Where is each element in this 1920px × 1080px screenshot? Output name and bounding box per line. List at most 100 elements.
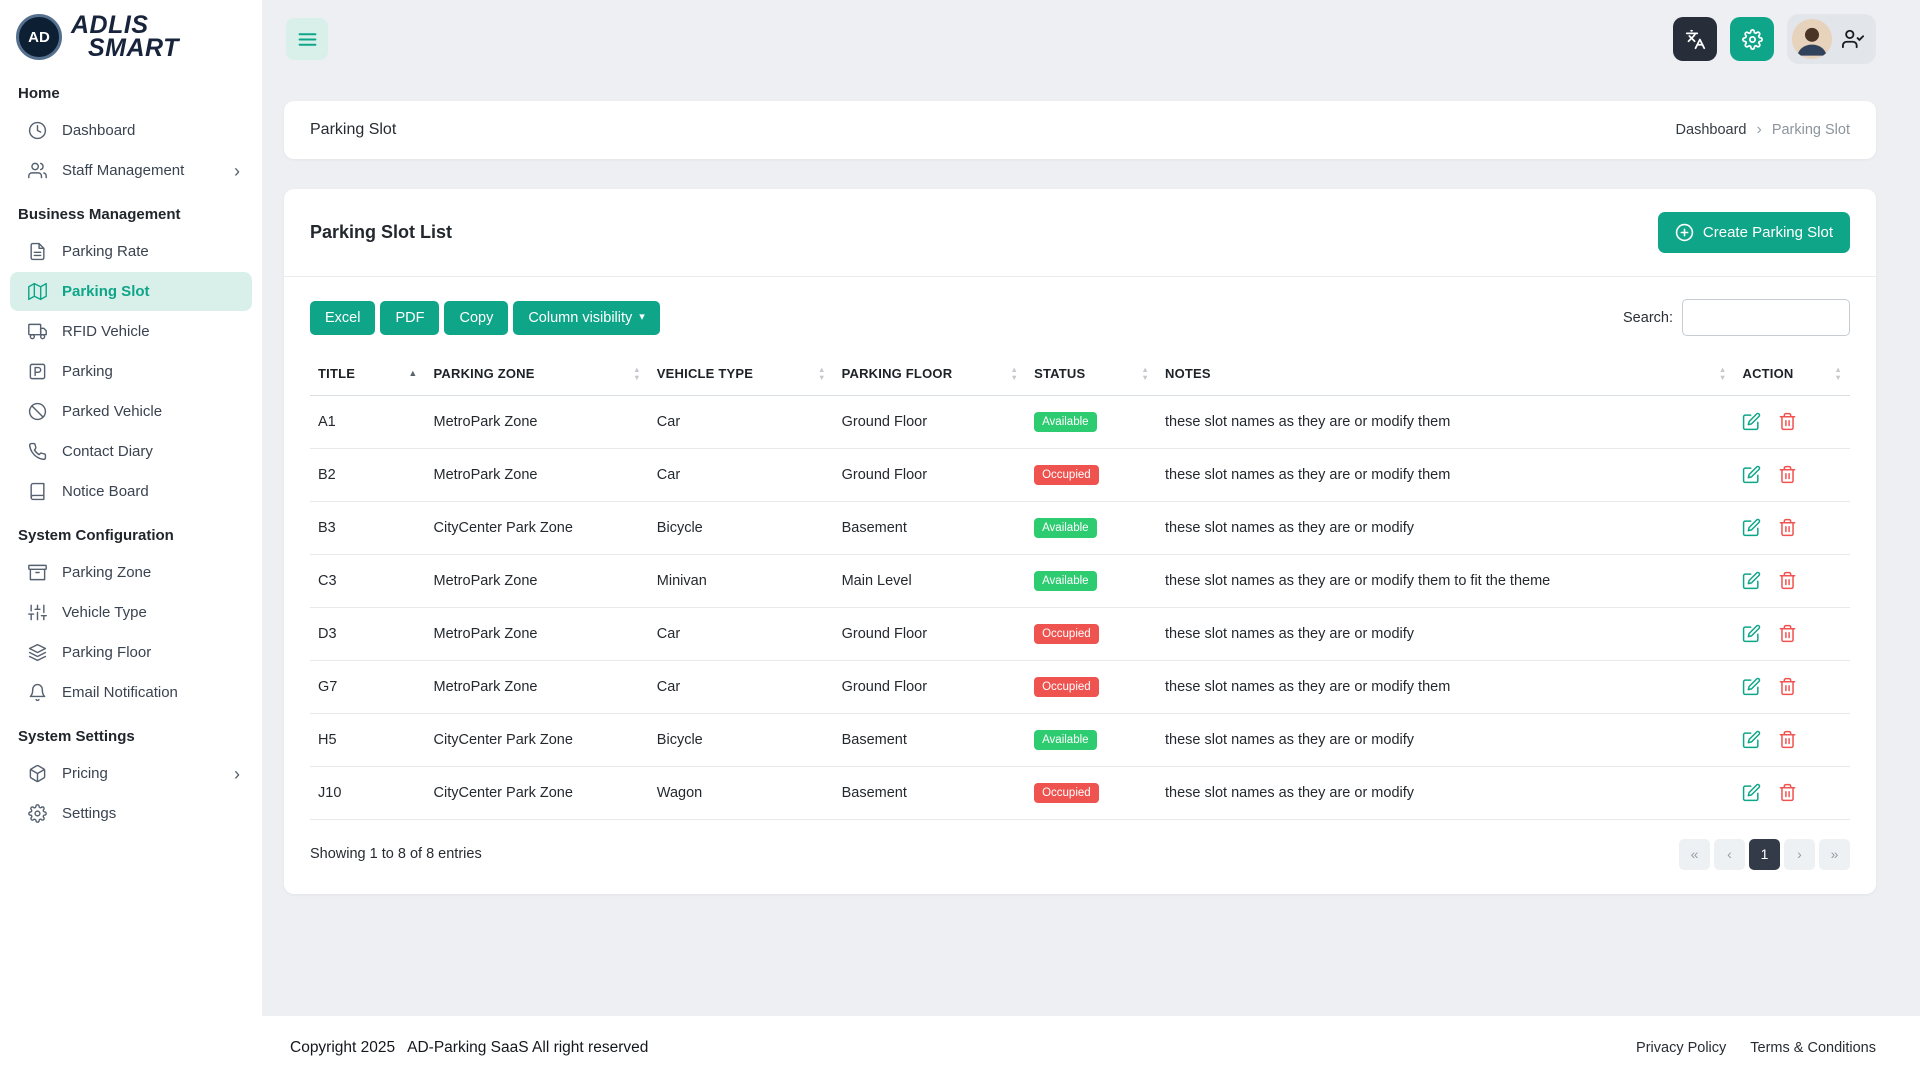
sidebar-item-parking-zone[interactable]: Parking Zone [10,553,252,592]
footer-link-terms-conditions[interactable]: Terms & Conditions [1750,1040,1876,1056]
sidebar-item-parking[interactable]: Parking [10,352,252,391]
edit-row-button[interactable] [1742,783,1761,802]
table-body: A1 MetroPark Zone Car Ground Floor Available… [310,395,1850,820]
users-icon [28,162,47,179]
sidebar-item-contact-diary[interactable]: Contact Diary [10,432,252,471]
user-menu[interactable] [1787,14,1876,64]
column-header-title[interactable]: TITLE ▲ [310,353,426,396]
sidebar-item-rfid-vehicle[interactable]: RFID Vehicle [10,312,252,351]
delete-row-button[interactable] [1778,518,1797,537]
sidebar-toggle-button[interactable] [286,18,328,60]
cell-vehicle-type: Minivan [648,554,834,608]
table-row: H5 CityCenter Park Zone Bicycle Basement Ava… [310,713,1850,767]
pagination-first-button[interactable]: « [1679,838,1710,870]
column-header-vehicle-type[interactable]: VEHICLE TYPE ▲ ▼ [648,353,834,396]
copy-export-button[interactable]: Copy [444,300,509,335]
create-parking-slot-button[interactable]: Create Parking Slot [1657,212,1850,253]
delete-row-button[interactable] [1778,412,1797,431]
delete-row-button[interactable] [1778,571,1797,590]
sidebar-item-pricing[interactable]: Pricing › [10,754,252,793]
cell-title: B3 [310,501,426,555]
cell-notes: these slot names as they are or modify t… [1156,395,1735,449]
cell-parking-floor: Basement [833,501,1027,555]
delete-row-button[interactable] [1778,624,1797,643]
sidebar-item-vehicle-type[interactable]: Vehicle Type [10,593,252,632]
table-row: A1 MetroPark Zone Car Ground Floor Available… [310,395,1850,449]
breadcrumb-dashboard-link[interactable]: Dashboard [1676,122,1747,138]
cell-parking-floor: Ground Floor [833,660,1027,714]
sidebar-item-notice-board[interactable]: Notice Board [10,472,252,511]
chevron-right-icon: › [234,160,240,181]
avatar-image [1792,19,1832,59]
edit-row-button[interactable] [1742,677,1761,696]
sidebar-section-title: System Configuration [18,527,174,544]
trash-icon [1780,678,1796,696]
sidebar-item-dashboard[interactable]: Dashboard [10,111,252,150]
sort-icon: ▲ ▼ [633,365,641,382]
edit-row-button[interactable] [1742,571,1761,590]
footer-link-privacy-policy[interactable]: Privacy Policy [1636,1040,1726,1056]
cell-action [1734,554,1850,608]
cell-parking-zone: MetroPark Zone [425,554,649,608]
sidebar-item-email-notification[interactable]: Email Notification [10,673,252,712]
settings-button[interactable] [1730,17,1774,61]
edit-icon [1743,519,1761,537]
create-button-label: Create Parking Slot [1702,224,1833,241]
sidebar-nav: Home Dashboard Staff Management › Business M… [0,68,262,1080]
cell-action [1734,660,1850,714]
pagination-page-1-button[interactable]: 1 [1749,838,1780,870]
search-input[interactable] [1682,299,1850,336]
cell-parking-zone: CityCenter Park Zone [425,766,649,820]
page-header-card: Parking Slot Dashboard › Parking Slot [284,101,1876,159]
pagination-prev-button[interactable]: ‹ [1714,838,1745,870]
archive-icon [28,564,47,581]
sidebar-item-label: Settings [62,805,117,822]
edit-row-button[interactable] [1742,518,1761,537]
column-header-parking-floor[interactable]: PARKING FLOOR ▲ ▼ [833,353,1027,396]
excel-export-button[interactable]: Excel [310,300,376,335]
sidebar-item-parking-rate[interactable]: Parking Rate [10,232,252,271]
edit-row-button[interactable] [1742,465,1761,484]
sidebar-item-parking-slot[interactable]: Parking Slot [10,272,252,311]
pagination-last-button[interactable]: » [1819,838,1850,870]
chevron-right-icon: › [234,763,240,784]
sidebar-item-settings[interactable]: Settings [10,794,252,833]
topbar-actions [1673,14,1876,64]
cell-action [1734,395,1850,449]
delete-row-button[interactable] [1778,465,1797,484]
cell-title: A1 [310,395,426,449]
status-badge: Available [1034,411,1097,432]
sidebar-item-parked-vehicle[interactable]: Parked Vehicle [10,392,252,431]
cell-vehicle-type: Car [648,395,834,449]
table-toolbar: Excel PDF Copy Column visibility ▾ Search: [284,277,1876,351]
sidebar-item-parking-floor[interactable]: Parking Floor [10,633,252,672]
sort-icon: ▲ ▼ [1010,365,1019,382]
pagination-next-button[interactable]: › [1784,838,1815,870]
edit-icon [1743,731,1761,749]
sidebar-item-staff-management[interactable]: Staff Management › [10,151,252,190]
edit-row-button[interactable] [1742,624,1761,643]
trash-icon [1780,413,1796,431]
delete-row-button[interactable] [1778,677,1797,696]
cell-parking-zone: MetroPark Zone [425,395,649,449]
cell-notes: these slot names as they are or modify [1156,501,1735,555]
cell-parking-zone: MetroPark Zone [425,448,649,502]
cell-vehicle-type: Bicycle [648,713,834,767]
table-header-row: TITLE ▲ PARKING ZONE ▲ ▼ VEHICLE TYPE ▲ ▼ PARKIN… [310,353,1850,396]
delete-row-button[interactable] [1778,730,1797,749]
pdf-export-button[interactable]: PDF [380,300,440,335]
column-visibility-button[interactable]: Column visibility ▾ [513,300,660,335]
column-header-notes[interactable]: NOTES ▲ ▼ [1156,353,1735,396]
language-button[interactable] [1673,17,1717,61]
package-icon [29,764,46,783]
column-header-action[interactable]: ACTION ▲ ▼ [1734,353,1850,396]
cell-action [1734,501,1850,555]
edit-row-button[interactable] [1742,730,1761,749]
delete-row-button[interactable] [1778,783,1797,802]
brand-logo[interactable]: AD ADLIS SMART [0,0,262,68]
edit-row-button[interactable] [1742,412,1761,431]
sidebar-item-label: Notice Board [62,483,149,500]
column-header-parking-zone[interactable]: PARKING ZONE ▲ ▼ [425,353,649,396]
column-header-status[interactable]: STATUS ▲ ▼ [1026,353,1157,396]
status-badge: Occupied [1034,782,1099,803]
